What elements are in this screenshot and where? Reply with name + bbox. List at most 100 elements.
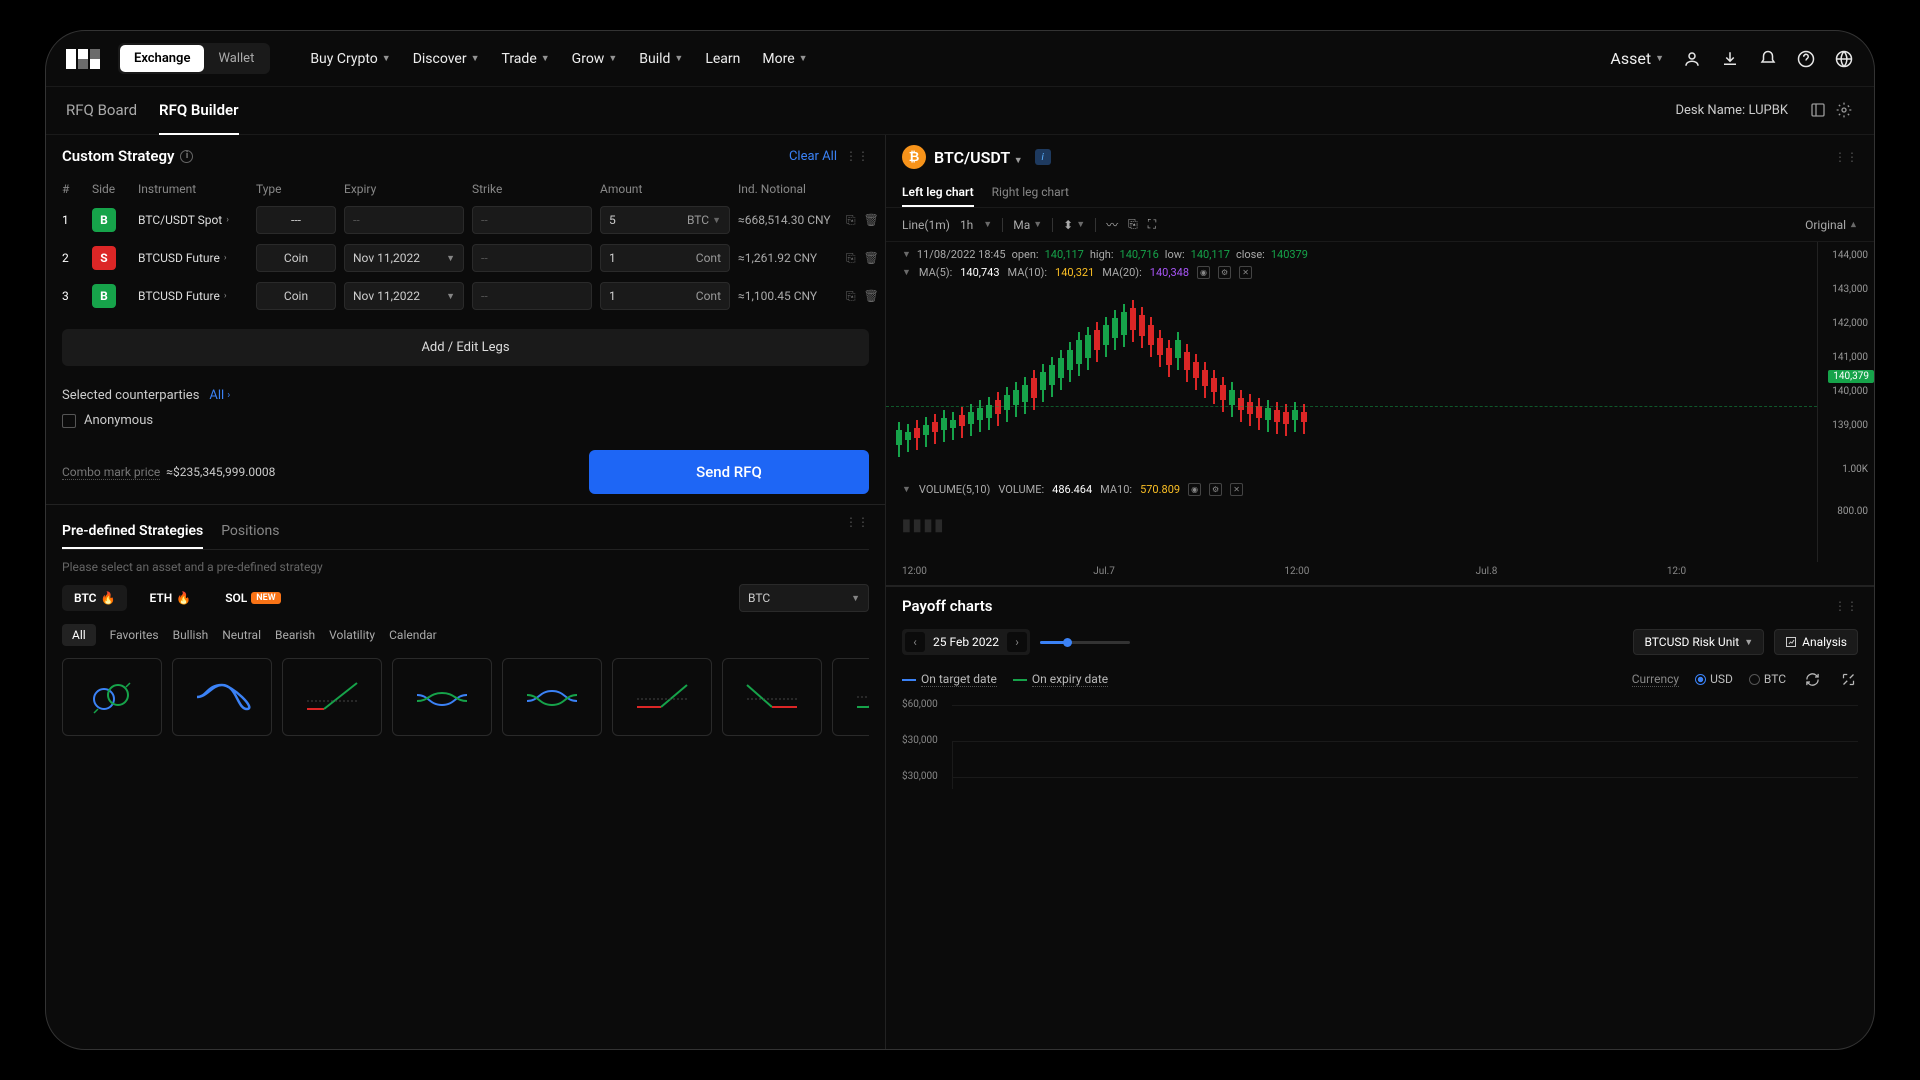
currency-usd-radio[interactable]: USD bbox=[1695, 672, 1733, 686]
info-badge-icon[interactable]: i bbox=[1035, 149, 1051, 165]
amount-input[interactable]: 5BTC ▼ bbox=[600, 206, 730, 234]
strategy-card[interactable] bbox=[172, 658, 272, 736]
copy-leg-icon[interactable]: ⎘ bbox=[846, 213, 856, 228]
mode-exchange[interactable]: Exchange bbox=[120, 45, 204, 72]
strategy-card[interactable] bbox=[612, 658, 712, 736]
amount-input[interactable]: 1Cont bbox=[600, 282, 730, 310]
risk-unit-select[interactable]: BTCUSD Risk Unit▼ bbox=[1633, 629, 1764, 655]
filter-volatility[interactable]: Volatility bbox=[329, 624, 375, 646]
strategy-card[interactable] bbox=[282, 658, 382, 736]
type-select[interactable]: --- bbox=[256, 206, 336, 234]
type-select[interactable]: Coin bbox=[256, 244, 336, 272]
nav-build[interactable]: Build▼ bbox=[639, 51, 683, 67]
strategy-card[interactable] bbox=[832, 658, 869, 736]
info-icon[interactable]: i bbox=[180, 150, 193, 163]
close-icon[interactable]: ✕ bbox=[1239, 266, 1252, 279]
tab-right-leg[interactable]: Right leg chart bbox=[992, 179, 1069, 207]
help-icon[interactable] bbox=[1796, 49, 1816, 69]
globe-icon[interactable] bbox=[1834, 49, 1854, 69]
filter-all[interactable]: All bbox=[62, 624, 96, 646]
user-icon[interactable] bbox=[1682, 49, 1702, 69]
counterparties-all-link[interactable]: All › bbox=[209, 388, 230, 403]
delete-leg-icon[interactable]: 🗑 bbox=[864, 289, 879, 304]
date-next-button[interactable]: › bbox=[1007, 632, 1027, 652]
payoff-chart[interactable]: $60,000 $30,000 $30,000 bbox=[902, 699, 1858, 789]
instrument-cell[interactable]: BTC/USDT Spot › bbox=[138, 213, 248, 227]
snapshot-icon[interactable]: ⎘ bbox=[1128, 217, 1138, 232]
asset-menu[interactable]: Asset▼ bbox=[1610, 49, 1664, 68]
nav-learn[interactable]: Learn bbox=[705, 51, 740, 67]
instrument-cell[interactable]: BTCUSD Future › bbox=[138, 289, 248, 303]
copy-leg-icon[interactable]: ⎘ bbox=[846, 251, 856, 266]
pair-name[interactable]: BTC/USDT ▼ bbox=[934, 148, 1023, 167]
eye-icon[interactable]: ◉ bbox=[1197, 266, 1210, 279]
analysis-button[interactable]: Analysis bbox=[1774, 629, 1858, 655]
tab-predefined[interactable]: Pre-defined Strategies bbox=[62, 515, 203, 549]
nav-more[interactable]: More▼ bbox=[762, 51, 807, 67]
refresh-icon[interactable] bbox=[1802, 669, 1822, 689]
expand-icon[interactable] bbox=[1838, 669, 1858, 689]
side-badge[interactable]: B bbox=[92, 284, 116, 308]
fullscreen-icon[interactable]: ⛶ bbox=[1148, 217, 1156, 232]
anonymous-checkbox[interactable]: Anonymous bbox=[62, 413, 869, 428]
clear-all-button[interactable]: Clear All bbox=[789, 149, 837, 164]
strike-input[interactable]: -- bbox=[472, 282, 592, 310]
tab-rfq-board[interactable]: RFQ Board bbox=[66, 87, 137, 135]
copy-leg-icon[interactable]: ⎘ bbox=[846, 289, 856, 304]
strategy-card[interactable] bbox=[502, 658, 602, 736]
panel-drag-icon[interactable]: ⋮⋮ bbox=[845, 149, 869, 163]
tab-left-leg[interactable]: Left leg chart bbox=[902, 179, 974, 207]
send-rfq-button[interactable]: Send RFQ bbox=[589, 450, 869, 494]
asset-sol[interactable]: SOLNEW bbox=[213, 585, 292, 611]
eye-icon[interactable]: ◉ bbox=[1188, 483, 1201, 496]
panel-drag-icon[interactable]: ⋮⋮ bbox=[1834, 150, 1858, 164]
nav-discover[interactable]: Discover▼ bbox=[413, 51, 480, 67]
gear-icon[interactable]: ⚙ bbox=[1209, 483, 1222, 496]
strike-input[interactable]: -- bbox=[472, 206, 592, 234]
instrument-cell[interactable]: BTCUSD Future › bbox=[138, 251, 248, 265]
indicator-ma[interactable]: Ma ▼ bbox=[1013, 218, 1042, 232]
mode-wallet[interactable]: Wallet bbox=[204, 45, 268, 72]
timeframe-1h[interactable]: 1h bbox=[960, 218, 973, 232]
draw-icon[interactable]: 〰 bbox=[1106, 216, 1118, 233]
side-badge[interactable]: S bbox=[92, 246, 116, 270]
currency-btc-radio[interactable]: BTC bbox=[1749, 672, 1786, 686]
asset-select[interactable]: BTC▼ bbox=[739, 584, 869, 612]
add-edit-legs-button[interactable]: Add / Edit Legs bbox=[62, 329, 869, 366]
nav-grow[interactable]: Grow▼ bbox=[572, 51, 618, 67]
expiry-select[interactable]: Nov 11,2022▼ bbox=[344, 282, 464, 310]
tab-positions[interactable]: Positions bbox=[221, 515, 279, 549]
candle-type-icon[interactable]: ⬍ ▼ bbox=[1063, 218, 1085, 232]
expiry-select[interactable]: Nov 11,2022▼ bbox=[344, 244, 464, 272]
timeframe-line[interactable]: Line(1m) bbox=[902, 218, 950, 232]
strategy-card[interactable] bbox=[722, 658, 822, 736]
date-prev-button[interactable]: ‹ bbox=[905, 632, 925, 652]
filter-bearish[interactable]: Bearish bbox=[275, 624, 315, 646]
amount-input[interactable]: 1Cont bbox=[600, 244, 730, 272]
layout-icon[interactable] bbox=[1810, 102, 1828, 120]
strategy-card[interactable] bbox=[392, 658, 492, 736]
filter-neutral[interactable]: Neutral bbox=[222, 624, 261, 646]
date-slider[interactable] bbox=[1040, 641, 1130, 644]
delete-leg-icon[interactable]: 🗑 bbox=[864, 213, 879, 228]
strategy-card[interactable] bbox=[62, 658, 162, 736]
asset-btc[interactable]: BTC🔥 bbox=[62, 585, 127, 611]
delete-leg-icon[interactable]: 🗑 bbox=[864, 251, 879, 266]
asset-eth[interactable]: ETH🔥 bbox=[137, 585, 203, 611]
gear-icon[interactable] bbox=[1836, 102, 1854, 120]
close-icon[interactable]: ✕ bbox=[1230, 483, 1243, 496]
filter-favorites[interactable]: Favorites bbox=[110, 624, 159, 646]
tab-rfq-builder[interactable]: RFQ Builder bbox=[159, 87, 238, 135]
download-icon[interactable] bbox=[1720, 49, 1740, 69]
timeframe-dropdown[interactable]: ▼ bbox=[983, 219, 992, 230]
panel-drag-icon[interactable]: ⋮⋮ bbox=[845, 515, 869, 549]
type-select[interactable]: Coin bbox=[256, 282, 336, 310]
original-toggle[interactable]: Original ▼ bbox=[1805, 218, 1858, 232]
gear-icon[interactable]: ⚙ bbox=[1218, 266, 1231, 279]
panel-drag-icon[interactable]: ⋮⋮ bbox=[1834, 599, 1858, 613]
nav-trade[interactable]: Trade▼ bbox=[502, 51, 550, 67]
nav-buy-crypto[interactable]: Buy Crypto▼ bbox=[310, 51, 390, 67]
strike-input[interactable]: -- bbox=[472, 244, 592, 272]
bell-icon[interactable] bbox=[1758, 49, 1778, 69]
side-badge[interactable]: B bbox=[92, 208, 116, 232]
